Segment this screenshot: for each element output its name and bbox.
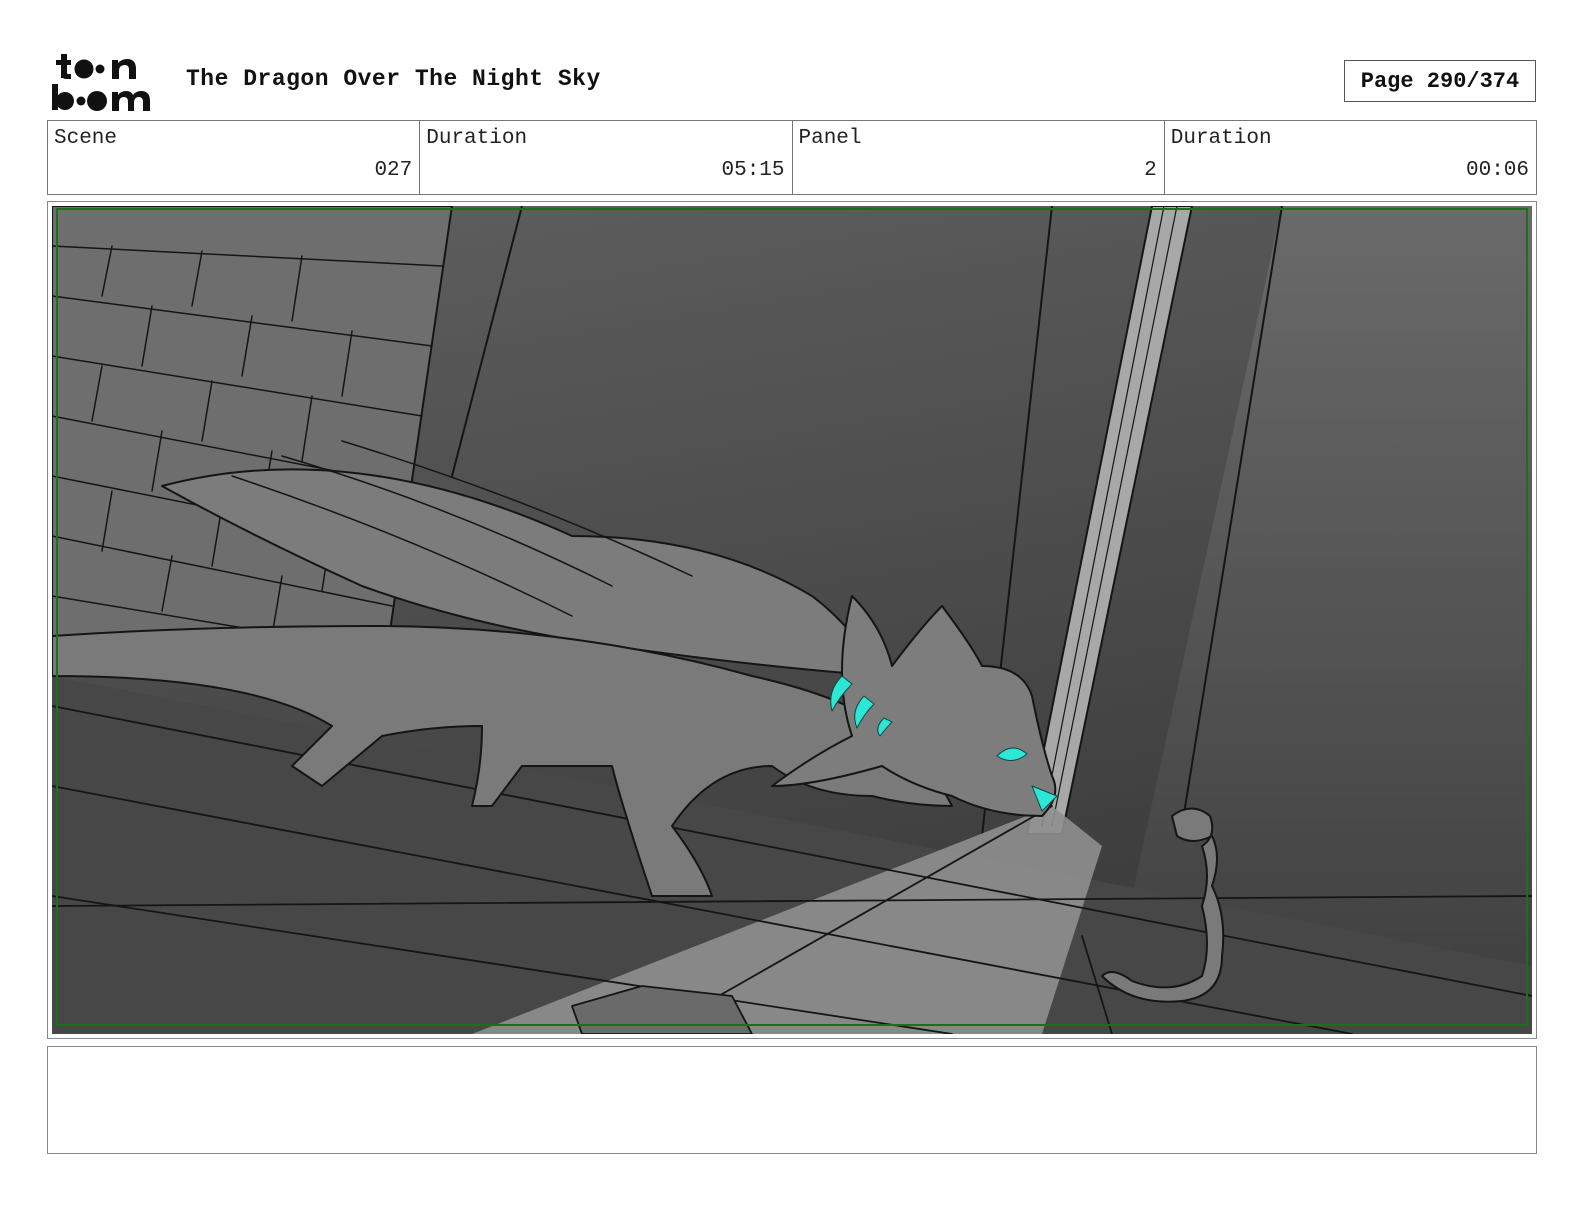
scene-value: 027 — [374, 159, 413, 182]
panel-notes-box — [47, 1046, 1537, 1154]
scene-duration-label: Duration — [426, 127, 528, 150]
panel-duration-cell: Duration 00:06 — [1165, 121, 1536, 194]
panel-value: 2 — [1144, 159, 1157, 182]
panel-cell: Panel 2 — [793, 121, 1165, 194]
panel-duration-value: 00:06 — [1465, 159, 1529, 182]
page-counter: Page 290/374 — [1344, 60, 1536, 102]
storyboard-panel-image — [52, 206, 1532, 1034]
storyboard-title: The Dragon Over The Night Sky — [186, 66, 601, 92]
panel-duration-label: Duration — [1170, 127, 1272, 150]
page-counter-text: Page 290/374 — [1360, 68, 1520, 94]
scene-info-row: Scene 027 Duration 05:15 Panel 2 Duratio… — [47, 120, 1537, 195]
scene-label: Scene — [54, 127, 118, 150]
panel-label: Panel — [798, 127, 862, 150]
scene-duration-value: 05:15 — [721, 159, 785, 182]
scene-duration-cell: Duration 05:15 — [420, 121, 793, 194]
scene-cell: Scene 027 — [48, 121, 421, 194]
brick-wall — [52, 206, 453, 687]
toon-boom-logo — [52, 54, 150, 111]
